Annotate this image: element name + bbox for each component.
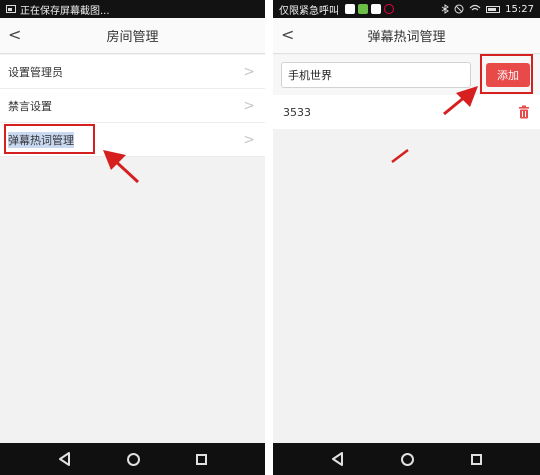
chevron-right-icon: > (243, 63, 255, 80)
battery-icon (486, 5, 501, 13)
menu-item-admin[interactable]: 设置管理员 > (0, 55, 265, 89)
chevron-right-icon: > (243, 97, 255, 114)
home-circle-icon[interactable] (127, 452, 141, 466)
status-right: 15:27 (441, 4, 534, 15)
chevron-right-icon: > (243, 131, 255, 148)
bluetooth-icon (441, 4, 450, 14)
back-button[interactable]: < (281, 25, 294, 45)
app-notification-icon (384, 4, 394, 14)
hotword-list: 3533 (273, 95, 540, 129)
status-time: 15:27 (505, 3, 534, 15)
menu-item-mute[interactable]: 禁言设置 > (0, 89, 265, 123)
app-notification-icon (371, 4, 381, 14)
app-notification-icon (358, 4, 368, 14)
annotation-box (480, 54, 533, 94)
status-text: 正在保存屏幕截图... (20, 5, 110, 17)
annotation-box (4, 124, 95, 154)
status-text: 仅限紧急呼叫 (279, 5, 339, 17)
navigation-bar (0, 443, 265, 475)
hotword-text: 3533 (283, 105, 311, 119)
image-notification-icon (6, 5, 16, 13)
hotword-input[interactable]: 手机世界 (281, 62, 471, 88)
home-circle-icon[interactable] (401, 452, 415, 466)
page-title: 弹幕热词管理 (367, 30, 446, 45)
menu-item-label: 禁言设置 (8, 99, 52, 113)
wifi-icon (469, 4, 481, 11)
navigation-bar (273, 443, 540, 475)
menu-item-label: 设置管理员 (8, 65, 63, 79)
trash-icon[interactable] (518, 105, 530, 119)
back-triangle-icon[interactable] (331, 452, 345, 466)
recent-square-icon[interactable] (196, 453, 208, 465)
back-triangle-icon[interactable] (58, 452, 72, 466)
recent-square-icon[interactable] (470, 453, 482, 465)
status-bar: 正在保存屏幕截图... (0, 0, 265, 18)
silent-icon (454, 4, 464, 14)
back-button[interactable]: < (8, 25, 21, 45)
title-bar: < 房间管理 (0, 18, 265, 54)
page-title: 房间管理 (106, 30, 159, 45)
app-notification-icon (345, 4, 355, 14)
title-bar: < 弹幕热词管理 (273, 18, 540, 54)
left-phone-screen: 正在保存屏幕截图... < 房间管理 设置管理员 > 禁言设置 > 弹幕热词管理… (0, 0, 265, 475)
status-bar: 仅限紧急呼叫 15:27 (273, 0, 540, 18)
list-item: 3533 (273, 95, 540, 129)
